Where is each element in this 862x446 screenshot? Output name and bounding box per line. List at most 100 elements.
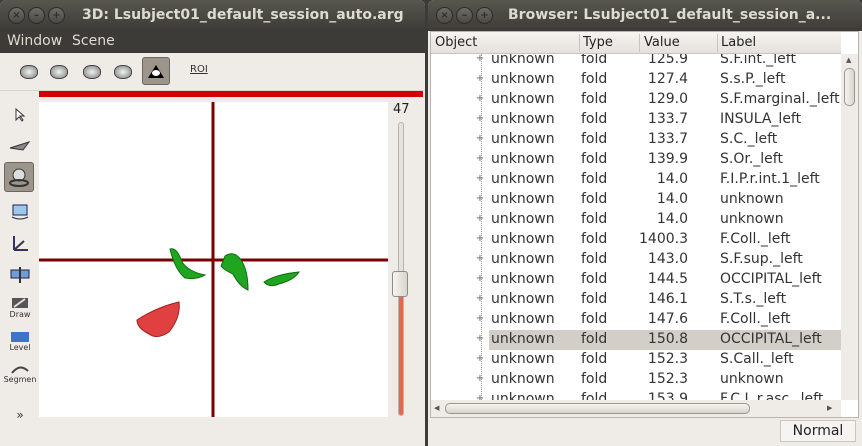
- column-header-object[interactable]: Object: [435, 35, 477, 50]
- table-row[interactable]: + unknown fold 150.8 OCCIPITAL_left: [431, 330, 841, 350]
- expand-icon[interactable]: +: [475, 254, 485, 264]
- window-title-3d: 3D: Lsubject01_default_session_auto.arg: [82, 7, 404, 23]
- axes-tool[interactable]: [6, 229, 34, 257]
- expand-icon[interactable]: +: [475, 354, 485, 364]
- cell-type: fold: [581, 391, 608, 400]
- maximize-icon[interactable]: +: [48, 7, 65, 24]
- maximize-icon[interactable]: +: [476, 7, 493, 24]
- slice-slider[interactable]: 47: [389, 102, 415, 422]
- column-header-value[interactable]: Value: [644, 35, 680, 50]
- expand-icon[interactable]: +: [475, 74, 485, 84]
- object-table: Object Type Value Label + unknown fold 125.…: [430, 31, 859, 418]
- vertical-scroll-thumb[interactable]: [844, 68, 855, 106]
- expand-icon[interactable]: +: [475, 274, 485, 284]
- table-row[interactable]: + unknown fold 1400.3 F.Coll._left: [431, 230, 841, 250]
- level-tool[interactable]: Level: [6, 327, 34, 355]
- expand-icon[interactable]: +: [475, 214, 485, 224]
- axial-view-button[interactable]: [16, 59, 42, 85]
- table-row[interactable]: + unknown fold 129.0 S.F.marginal._left: [431, 90, 841, 110]
- expand-icon[interactable]: +: [475, 134, 485, 144]
- expand-icon[interactable]: +: [475, 374, 485, 384]
- expand-icon[interactable]: +: [475, 94, 485, 104]
- expand-icon[interactable]: +: [475, 294, 485, 304]
- menubar: Window Scene: [0, 31, 425, 53]
- table-row[interactable]: + unknown fold 146.1 S.T.s._left: [431, 290, 841, 310]
- scroll-up-icon[interactable]: ▲: [846, 56, 851, 64]
- scroll-right-icon[interactable]: ▶: [827, 404, 832, 412]
- expand-icon[interactable]: +: [475, 154, 485, 164]
- transform-icon: [11, 204, 29, 220]
- window-controls: × – +: [436, 7, 493, 24]
- more-tools-button[interactable]: »: [6, 401, 34, 429]
- expand-icon[interactable]: +: [475, 194, 485, 204]
- minimize-icon[interactable]: –: [28, 7, 45, 24]
- slider-track[interactable]: [398, 122, 404, 416]
- table-row[interactable]: + unknown fold 133.7 S.C._left: [431, 130, 841, 150]
- cell-value: 152.3: [647, 371, 688, 387]
- horizontal-scrollbar[interactable]: ◀ ▶: [431, 400, 841, 417]
- cell-object: unknown: [491, 351, 555, 367]
- green-mesh-1: [169, 248, 207, 280]
- table-row[interactable]: + unknown fold 125.9 S.F.int._left: [431, 54, 841, 70]
- cell-object: unknown: [491, 291, 555, 307]
- sagittal-view-button[interactable]: [79, 59, 105, 85]
- segment-tool[interactable]: Segmen: [4, 359, 36, 387]
- close-icon[interactable]: ×: [8, 7, 25, 24]
- table-row[interactable]: + unknown fold 127.4 S.s.P._left: [431, 70, 841, 90]
- 3d-view-button[interactable]: [110, 59, 136, 85]
- table-row[interactable]: + unknown fold 14.0 F.I.P.r.int.1_left: [431, 170, 841, 190]
- draw-tool[interactable]: Draw: [6, 293, 34, 321]
- cell-object: unknown: [491, 54, 555, 67]
- column-header-type[interactable]: Type: [583, 35, 613, 50]
- cell-label: S.F.sup._left: [720, 251, 803, 267]
- cell-label: S.T.s._left: [720, 291, 787, 307]
- oblique-trackball-icon: [9, 168, 29, 187]
- table-row[interactable]: + unknown fold 14.0 unknown: [431, 210, 841, 230]
- expand-icon[interactable]: +: [475, 174, 485, 184]
- coronal-view-icon: [50, 65, 68, 79]
- axes-icon: [13, 236, 28, 251]
- coronal-view-button[interactable]: [46, 59, 72, 85]
- table-row[interactable]: + unknown fold 133.7 INSULA_left: [431, 110, 841, 130]
- cell-object: unknown: [491, 311, 555, 327]
- cut-icon: [10, 267, 30, 283]
- scroll-left-icon[interactable]: ◀: [434, 404, 439, 412]
- cell-value: 125.9: [647, 54, 688, 67]
- menu-window[interactable]: Window: [7, 33, 62, 49]
- cell-label: S.Call._left: [720, 351, 794, 367]
- cell-object: unknown: [491, 191, 555, 207]
- minimize-icon[interactable]: –: [456, 7, 473, 24]
- expand-icon[interactable]: +: [475, 114, 485, 124]
- cut-tool[interactable]: [6, 261, 34, 289]
- table-row[interactable]: + unknown fold 147.6 F.Coll._left: [431, 310, 841, 330]
- table-row[interactable]: + unknown fold 143.0 S.F.sup._left: [431, 250, 841, 270]
- expand-icon[interactable]: +: [475, 334, 485, 344]
- table-row[interactable]: + unknown fold 139.9 S.Or._left: [431, 150, 841, 170]
- fly-tool[interactable]: [6, 131, 34, 159]
- horizontal-scroll-thumb[interactable]: [445, 403, 750, 414]
- 3d-view-icon: [114, 65, 132, 79]
- transform-tool[interactable]: [6, 197, 34, 225]
- 3d-active-view-icon: [148, 65, 164, 78]
- table-row[interactable]: + unknown fold 144.5 OCCIPITAL_left: [431, 270, 841, 290]
- select-tool[interactable]: [6, 101, 34, 129]
- expand-icon[interactable]: +: [475, 54, 485, 64]
- expand-icon[interactable]: +: [475, 234, 485, 244]
- 3d-active-view-button[interactable]: [142, 57, 170, 85]
- axial-view-icon: [20, 65, 38, 79]
- expand-icon[interactable]: +: [475, 314, 485, 324]
- table-row[interactable]: + unknown fold 14.0 unknown: [431, 190, 841, 210]
- oblique-trackball-tool[interactable]: [4, 162, 34, 192]
- column-header-label[interactable]: Label: [721, 35, 756, 50]
- close-icon[interactable]: ×: [436, 7, 453, 24]
- cell-object: unknown: [491, 391, 555, 400]
- table-row[interactable]: + unknown fold 152.3 S.Call._left: [431, 350, 841, 370]
- level-icon: [11, 331, 29, 342]
- 3d-viewport[interactable]: [39, 102, 388, 417]
- roi-button[interactable]: ROI: [190, 64, 208, 75]
- vertical-scrollbar[interactable]: ▲: [841, 54, 858, 400]
- table-row[interactable]: + unknown fold 152.3 unknown: [431, 370, 841, 390]
- slider-knob[interactable]: [392, 271, 408, 297]
- menu-scene[interactable]: Scene: [72, 33, 115, 49]
- table-row[interactable]: + unknown fold 153.9 F.C.L.r.asc._left: [431, 390, 841, 400]
